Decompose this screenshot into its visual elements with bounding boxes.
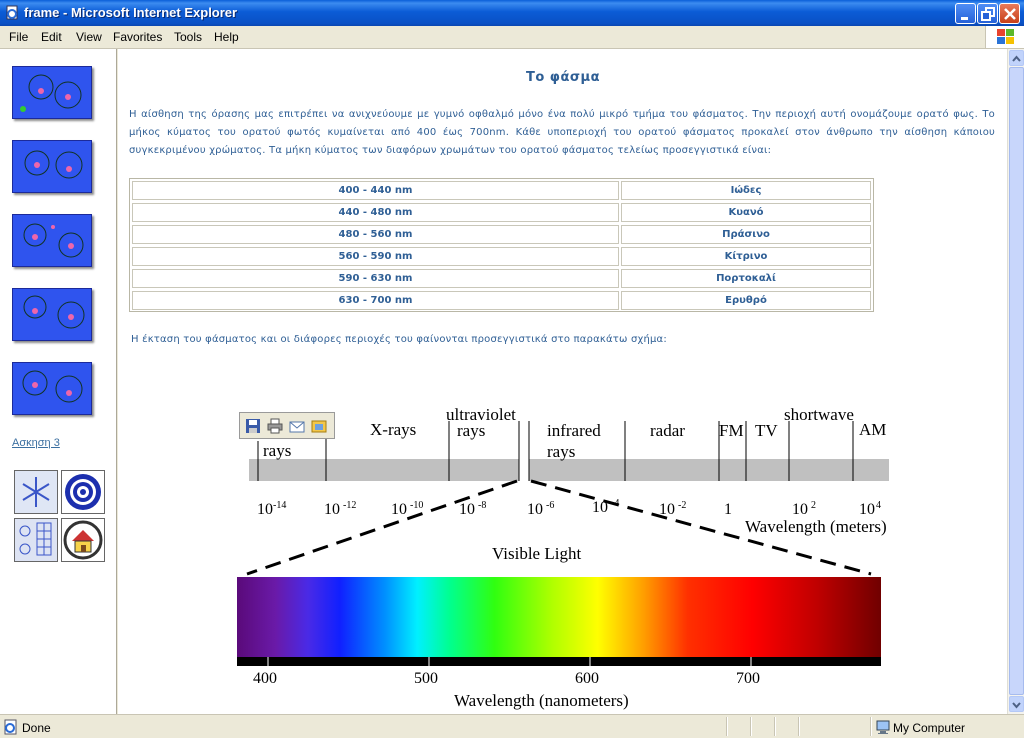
meter-tick-label: 104 (859, 500, 881, 518)
scroll-down-button[interactable] (1009, 696, 1024, 712)
infrared-label: infrared (547, 421, 601, 440)
gamma-rays-label: rays (263, 441, 291, 460)
ultraviolet-rays-label: rays (457, 421, 485, 440)
puzzle-icon (19, 522, 52, 556)
security-zone: My Computer (893, 721, 966, 735)
title-bar: frame - Microsoft Internet Explorer (0, 0, 1024, 26)
radar-label: radar (650, 421, 685, 440)
status-separator (726, 717, 728, 736)
meter-tick-label: 10 -6 (527, 500, 554, 518)
nav-thumbnail-4[interactable] (12, 288, 92, 341)
scroll-thumb[interactable] (1009, 67, 1024, 695)
save-icon[interactable] (245, 418, 261, 434)
menu-help[interactable]: Help (214, 30, 239, 44)
spectrum-bar-right (529, 459, 889, 481)
menu-bar: File Edit View Favorites Tools Help (0, 26, 1024, 49)
status-bar: Done My Computer (0, 714, 1024, 738)
close-icon (1004, 8, 1016, 20)
nm-tick-400: 400 (253, 670, 277, 687)
home-icon (63, 520, 103, 560)
scroll-up-button[interactable] (1009, 50, 1024, 66)
snowflake-tile[interactable] (14, 470, 58, 514)
target-icon (65, 474, 101, 510)
menu-view[interactable]: View (76, 30, 102, 44)
navigation-frame: Ασκηση 3 (0, 49, 116, 714)
target-tile[interactable] (61, 470, 105, 514)
minimize-button[interactable] (955, 3, 976, 24)
visible-spectrum-band (237, 577, 881, 657)
nav-thumbnail-3[interactable] (12, 214, 92, 267)
status-separator (750, 717, 752, 736)
puzzle-tile[interactable] (14, 518, 58, 562)
meter-tick-label: 1 (724, 501, 732, 518)
meter-tick-label: 10 -8 (459, 500, 486, 518)
am-label: AM (859, 420, 886, 439)
print-icon[interactable] (267, 418, 283, 434)
cartoon-figure-icon (20, 74, 82, 112)
meter-tick-label: 10 -12 (324, 500, 356, 518)
mail-icon[interactable] (289, 418, 305, 434)
tv-label: TV (755, 421, 778, 440)
windows-logo (985, 26, 1024, 48)
content-frame: Το φάσμα Η αίσθηση της όρασης μας επιτρέ… (119, 49, 1007, 714)
close-button[interactable] (999, 3, 1020, 24)
axis-label-nanometers: Wavelength (nanometers) (454, 691, 629, 710)
cartoon-figure-icon (23, 223, 84, 258)
restore-button[interactable] (977, 3, 998, 24)
meter-tick-labels: 10-14 10-12 10-10 10-8 10-6 10-4 10-2 1 … (257, 498, 881, 518)
exercise-3-link[interactable]: Ασκηση 3 (12, 437, 60, 449)
meter-tick-label: 10-14 (257, 500, 286, 518)
window-title: frame - Microsoft Internet Explorer (24, 5, 238, 20)
my-pictures-icon[interactable] (311, 418, 327, 434)
nav-thumbnail-1[interactable] (12, 66, 92, 119)
page-done-icon (4, 719, 17, 735)
home-tile[interactable] (61, 518, 105, 562)
arrow-down-icon (1012, 702, 1021, 709)
nav-thumbnail-2[interactable] (12, 140, 92, 193)
cartoon-figure-icon (22, 370, 83, 403)
menu-tools[interactable]: Tools (174, 30, 202, 44)
status-separator (798, 717, 800, 736)
arrow-up-icon (1012, 55, 1021, 62)
snowflake-icon (22, 477, 50, 507)
visible-spectrum-axis (237, 657, 881, 666)
nav-thumbnail-5[interactable] (12, 362, 92, 415)
status-text: Done (22, 721, 51, 735)
spectrum-diagram: rays X-rays ultraviolet rays infrared ra… (237, 405, 889, 710)
nm-tick-500: 500 (414, 670, 438, 687)
status-separator (870, 717, 872, 736)
fm-label: FM (719, 421, 744, 440)
shortwave-label: shortwave (784, 405, 854, 424)
restore-icon (981, 7, 995, 21)
axis-label-meters: Wavelength (meters) (745, 517, 887, 536)
image-toolbar (239, 412, 335, 439)
minimize-icon (961, 17, 968, 20)
cartoon-figure-icon (23, 295, 85, 329)
nm-tick-600: 600 (575, 670, 599, 687)
infrared-rays-label: rays (547, 442, 575, 461)
menu-edit[interactable]: Edit (41, 30, 62, 44)
visible-light-label: Visible Light (492, 544, 581, 563)
windows-flag-icon (997, 29, 1014, 44)
nm-tick-700: 700 (736, 670, 760, 687)
my-computer-icon (876, 720, 890, 734)
cartoon-figure-icon (24, 150, 83, 179)
status-separator (774, 717, 776, 736)
meter-tick-label: 10 2 (792, 500, 816, 518)
ie-document-icon (6, 5, 18, 20)
xrays-label: X-rays (370, 420, 416, 439)
meter-tick-label: 10 -2 (659, 500, 686, 518)
menu-file[interactable]: File (9, 30, 28, 44)
spectrum-bar-left (249, 459, 519, 481)
menu-favorites[interactable]: Favorites (113, 30, 162, 44)
vertical-scrollbar[interactable] (1007, 49, 1024, 714)
zoom-line-left (246, 479, 518, 576)
